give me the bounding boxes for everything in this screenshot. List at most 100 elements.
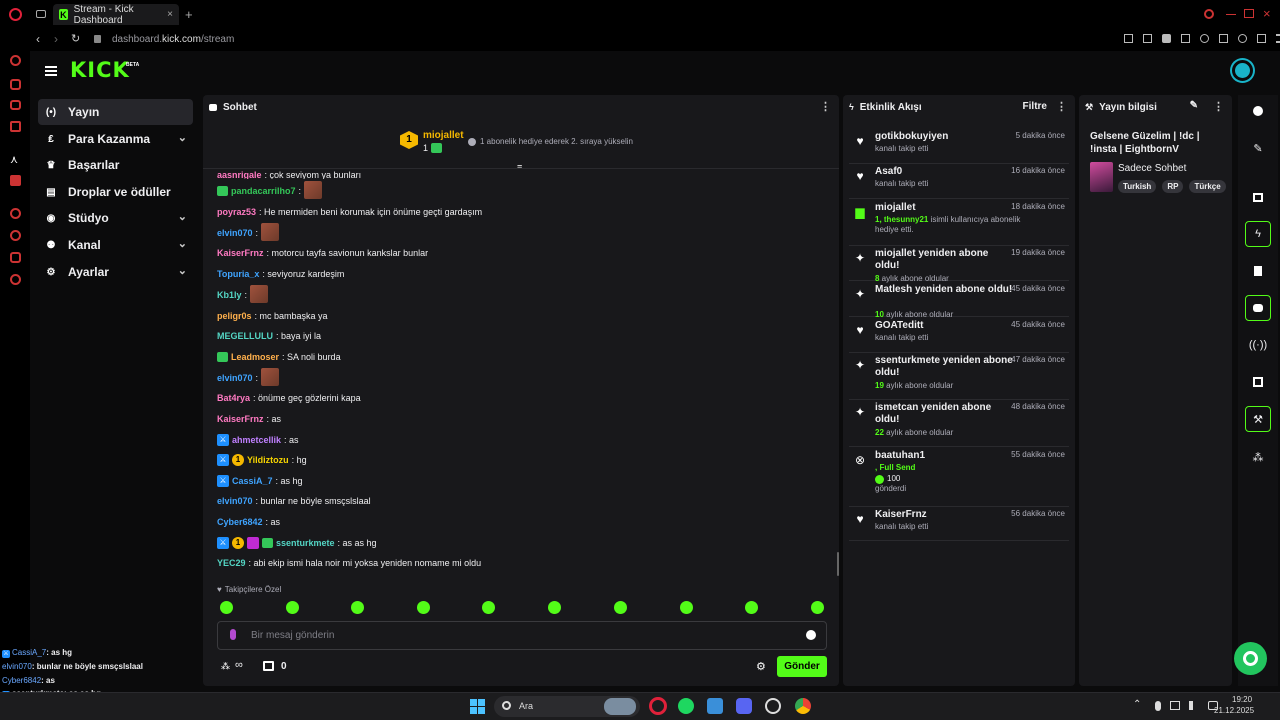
nav-item-5[interactable]: ⚉ Kanal ⌄ xyxy=(38,232,193,258)
chat-username[interactable]: MEGELLULU xyxy=(217,331,273,341)
nav-item-6[interactable]: ⚙ Ayarlar ⌄ xyxy=(38,259,193,285)
quick-emote-icon[interactable] xyxy=(745,601,758,614)
menu-icon[interactable] xyxy=(1276,34,1280,43)
chat-menu-icon[interactable]: ⋮ xyxy=(820,100,831,113)
points-icon[interactable]: ⁂ xyxy=(221,661,233,671)
more-tools-icon[interactable]: ⁂ xyxy=(1245,444,1271,470)
nav-item-0[interactable]: (•) Yayın xyxy=(38,99,193,125)
kick-sidebar-icon[interactable]: ⋏ xyxy=(10,153,18,166)
spotify-icon[interactable] xyxy=(678,698,694,714)
hamburger-icon[interactable] xyxy=(45,66,57,76)
chat-username[interactable]: Cyber6842 xyxy=(217,517,263,527)
easy-setup-icon[interactable] xyxy=(1257,34,1266,43)
chat-username[interactable]: peligr0s xyxy=(217,311,252,321)
chat-toggle-icon[interactable] xyxy=(1245,295,1271,321)
chat-username[interactable]: elvin070 xyxy=(217,228,253,238)
activity-event[interactable]: ♥ KaiserFrnz kanalı takip etti 56 dakika ön… xyxy=(849,509,1069,541)
history-icon[interactable] xyxy=(10,230,21,241)
nav-item-4[interactable]: ◉ Stüdyo ⌄ xyxy=(38,205,193,231)
activity-event[interactable]: ♥ Asaf0 kanalı takip etti 16 dakika önce xyxy=(849,166,1069,199)
activity-event[interactable]: ⊗ baatuhan1 , Full Send 100 gönderdi 55 dakik… xyxy=(849,450,1069,507)
chrome-icon[interactable] xyxy=(795,698,811,714)
chevron-down-icon[interactable]: ⌄ xyxy=(178,210,187,223)
quick-emote-icon[interactable] xyxy=(417,601,430,614)
quick-emote-icon[interactable] xyxy=(811,601,824,614)
opera-taskbar-icon[interactable] xyxy=(649,697,667,715)
document-icon[interactable] xyxy=(1245,258,1271,284)
chat-username[interactable]: poyraz53 xyxy=(217,207,256,217)
player-sidebar-icon[interactable] xyxy=(10,208,21,219)
extensions-icon[interactable] xyxy=(10,252,21,263)
clock-date[interactable]: 21.12.2025 xyxy=(1214,706,1254,715)
close-tab-icon[interactable]: × xyxy=(167,9,173,20)
stream-tag[interactable]: Turkish xyxy=(1118,180,1157,193)
send-button[interactable]: Gönder xyxy=(777,656,827,677)
reload-icon[interactable]: ↻ xyxy=(71,32,80,45)
volume-icon[interactable] xyxy=(1189,701,1199,710)
activity-event[interactable]: ▆ miojallet 1, thesunny21 isimli kullanıcı… xyxy=(849,202,1069,246)
filter-button[interactable]: Filtre xyxy=(1023,101,1047,112)
chat-input[interactable]: Bir mesaj gönderin xyxy=(217,621,827,650)
stream-tag[interactable]: Türkçe xyxy=(1189,180,1226,193)
activity-menu-icon[interactable]: ⋮ xyxy=(1056,100,1067,113)
forward-icon[interactable]: › xyxy=(54,32,58,46)
workspace-icon[interactable] xyxy=(10,121,21,132)
pencil-icon[interactable]: ✎ xyxy=(1245,135,1271,161)
steam-icon[interactable] xyxy=(765,698,781,714)
camera-icon[interactable] xyxy=(1245,184,1271,210)
kick-logo[interactable]: KICK xyxy=(70,58,130,82)
support-button[interactable] xyxy=(1234,642,1267,675)
profile-icon[interactable] xyxy=(1238,34,1247,43)
chat-username[interactable]: CassiA_7 xyxy=(232,476,273,486)
heart-browser-icon[interactable] xyxy=(1219,34,1228,43)
chat-username[interactable]: Bat4rya xyxy=(217,393,250,403)
clock-time[interactable]: 19:20 xyxy=(1232,695,1252,704)
chat-username[interactable]: Yildiztozu xyxy=(247,455,289,465)
microphone-icon[interactable] xyxy=(230,629,236,640)
close-window-icon[interactable]: × xyxy=(1263,6,1271,21)
nav-item-2[interactable]: ♛ Başarılar xyxy=(38,152,193,178)
messenger-icon[interactable] xyxy=(10,100,21,110)
start-icon[interactable] xyxy=(470,699,485,714)
chevron-down-icon[interactable]: ⌄ xyxy=(178,131,187,144)
chat-username[interactable]: Leadmoser xyxy=(231,352,279,362)
activity-event[interactable]: ♥ GOATeditt kanalı takip etti 45 dakika önc… xyxy=(849,320,1069,353)
quick-emote-icon[interactable] xyxy=(482,601,495,614)
chat-username[interactable]: YEC29 xyxy=(217,558,246,568)
app-icon[interactable] xyxy=(707,698,723,714)
maximize-icon[interactable] xyxy=(1244,9,1254,18)
chat-username[interactable]: ahmetcellik xyxy=(232,435,281,445)
activity-event[interactable]: ♥ gotikbokuyiyen kanalı takip etti 5 dakika… xyxy=(849,131,1069,164)
activity-event[interactable]: ✦ Matlesh yeniden abone oldu! 10 aylık abo… xyxy=(849,284,1069,319)
store-icon[interactable] xyxy=(263,661,274,671)
category-name[interactable]: Sadece Sohbet xyxy=(1118,163,1186,174)
activity-event[interactable]: ✦ ismetcan yeniden abone oldu! 22 aylık ab… xyxy=(849,402,1069,447)
discover-icon[interactable] xyxy=(10,79,21,90)
nav-item-3[interactable]: ▤ Droplar ve ödüller xyxy=(38,179,193,205)
activity-event[interactable]: ✦ miojallet yeniden abone oldu! 8 aylık ab… xyxy=(849,248,1069,283)
user-avatar[interactable] xyxy=(1232,60,1253,81)
chat-username[interactable]: pandacarrilho7 xyxy=(231,186,296,196)
new-tab-button[interactable]: + xyxy=(185,7,193,22)
mic-tray-icon[interactable] xyxy=(1155,701,1161,711)
aria-icon[interactable] xyxy=(10,55,21,66)
chat-scrollbar[interactable] xyxy=(837,552,839,576)
collapse-pinned-icon[interactable]: ≡ xyxy=(517,162,522,172)
search-tabs-icon[interactable] xyxy=(1204,9,1214,19)
taskbar-search[interactable]: Ara xyxy=(494,696,640,717)
activity-event[interactable]: ✦ ssenturkmete yeniden abone oldu! 19 aylı… xyxy=(849,355,1069,400)
chevron-down-icon[interactable]: ⌄ xyxy=(178,264,187,277)
nav-item-1[interactable]: ₤ Para Kazanma ⌄ xyxy=(38,126,193,152)
broadcast-icon[interactable]: ((·)) xyxy=(1245,332,1271,358)
chat-username[interactable]: elvin070 xyxy=(217,496,253,506)
quick-emote-icon[interactable] xyxy=(548,601,561,614)
download-icon[interactable] xyxy=(1181,34,1190,43)
bookmark-icon[interactable] xyxy=(1143,34,1152,43)
info-icon[interactable] xyxy=(1245,98,1271,124)
chat-username[interactable]: KaiserFrnz xyxy=(217,248,264,258)
stream-info-menu-icon[interactable]: ⋮ xyxy=(1213,100,1224,113)
discord-icon[interactable] xyxy=(736,698,752,714)
url-field[interactable]: dashboard.kick.com/stream xyxy=(112,34,234,45)
edit-icon[interactable]: ✎ xyxy=(1190,100,1198,111)
chat-username[interactable]: Kb1ly xyxy=(217,290,242,300)
